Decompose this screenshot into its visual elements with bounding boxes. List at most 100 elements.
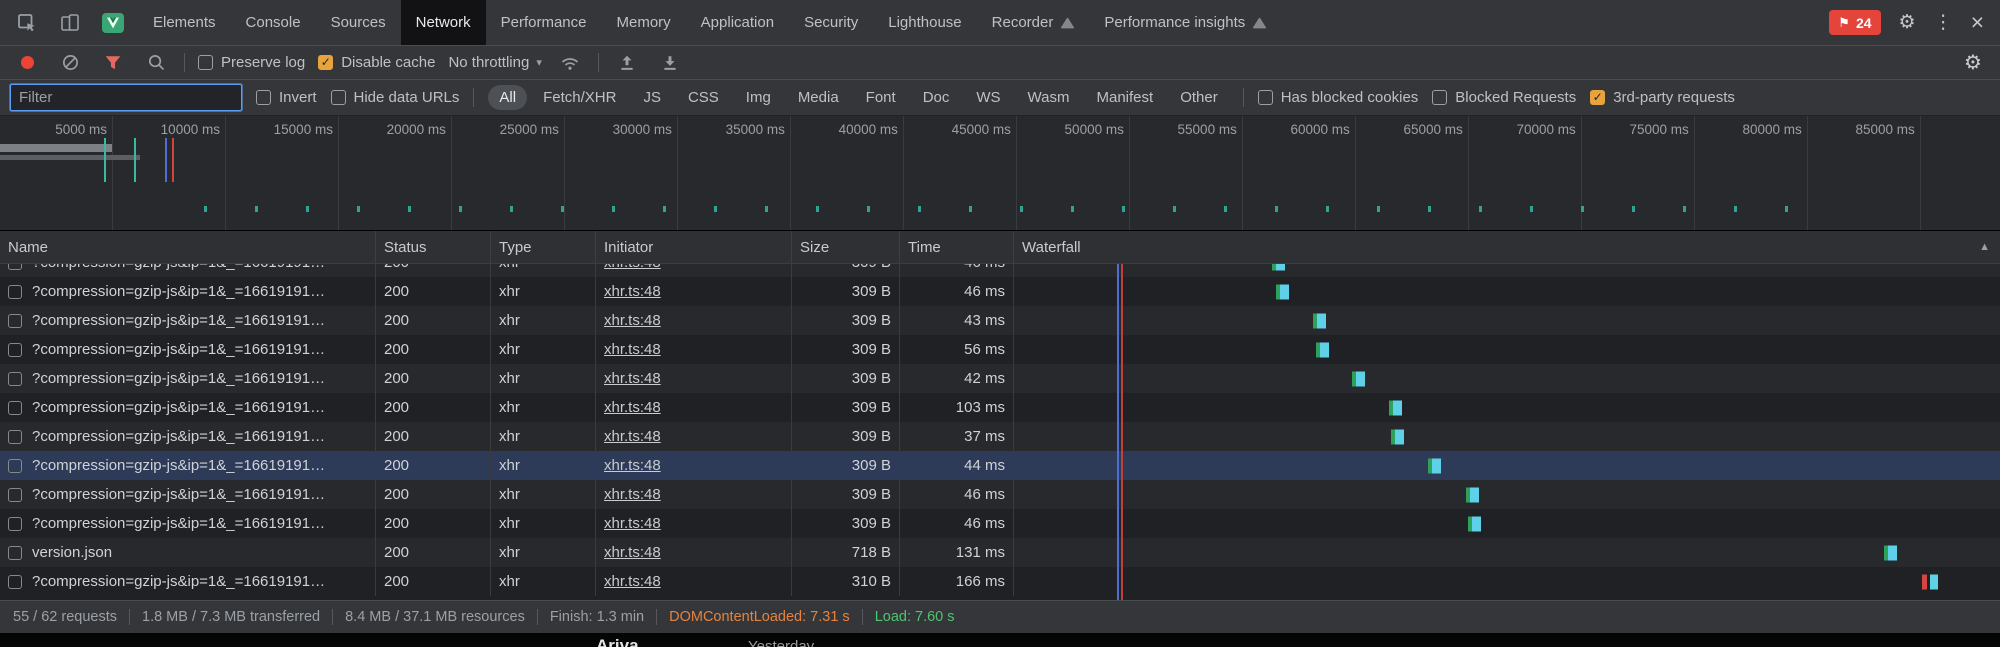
disable-cache-checkbox[interactable]: Disable cache (318, 54, 435, 71)
checkbox-box[interactable] (331, 90, 346, 105)
tab-console[interactable]: Console (231, 0, 316, 45)
checkbox-box[interactable] (198, 55, 213, 70)
tab-security[interactable]: Security (789, 0, 873, 45)
tab-application[interactable]: Application (686, 0, 789, 45)
filter-pill-fetch-xhr[interactable]: Fetch/XHR (532, 85, 627, 110)
network-conditions-button[interactable] (555, 48, 585, 78)
initiator-link[interactable]: xhr.ts:48 (604, 428, 661, 445)
row-checkbox[interactable] (8, 430, 22, 444)
invert-checkbox[interactable]: Invert (256, 89, 317, 106)
third-party-requests-checkbox[interactable]: 3rd-party requests (1590, 89, 1735, 106)
checkbox-box[interactable] (1590, 90, 1605, 105)
more-options-button[interactable]: ⋮ (1934, 13, 1953, 32)
initiator-link[interactable]: xhr.ts:48 (604, 515, 661, 532)
record-button[interactable] (12, 48, 42, 78)
device-toolbar-button[interactable] (55, 8, 85, 38)
column-header-status[interactable]: Status (376, 231, 491, 263)
settings-button[interactable]: ⚙ (1899, 13, 1916, 32)
waterfall-bar[interactable] (1884, 545, 1897, 560)
tab-recorder[interactable]: Recorder (977, 0, 1090, 45)
initiator-link[interactable]: xhr.ts:48 (604, 573, 661, 590)
table-row[interactable]: ?compression=gzip-js&ip=1&_=16619191…200… (0, 393, 2000, 422)
filter-pill-ws[interactable]: WS (965, 85, 1011, 110)
waterfall-bar[interactable] (1272, 264, 1285, 270)
waterfall-bar[interactable] (1276, 284, 1289, 299)
row-checkbox[interactable] (8, 488, 22, 502)
initiator-link[interactable]: xhr.ts:48 (604, 457, 661, 474)
initiator-link[interactable]: xhr.ts:48 (604, 341, 661, 358)
table-row[interactable]: ?compression=gzip-js&ip=1&_=16619191…200… (0, 567, 2000, 596)
network-settings-button[interactable]: ⚙ (1958, 48, 1988, 78)
waterfall-bar[interactable] (1313, 313, 1326, 328)
tab-performance-insights[interactable]: Performance insights (1089, 0, 1281, 45)
filter-pill-doc[interactable]: Doc (912, 85, 961, 110)
checkbox-box[interactable] (256, 90, 271, 105)
waterfall-bar[interactable] (1391, 429, 1404, 444)
filter-pill-media[interactable]: Media (787, 85, 850, 110)
initiator-link[interactable]: xhr.ts:48 (604, 370, 661, 387)
throttling-select[interactable]: No throttling ▾ (448, 54, 541, 71)
column-header-type[interactable]: Type (491, 231, 596, 263)
initiator-link[interactable]: xhr.ts:48 (604, 399, 661, 416)
filter-pill-js[interactable]: JS (632, 85, 672, 110)
table-row[interactable]: ?compression=gzip-js&ip=1&_=16619191…200… (0, 277, 2000, 306)
filter-pill-img[interactable]: Img (735, 85, 782, 110)
initiator-link[interactable]: xhr.ts:48 (604, 544, 661, 561)
waterfall-bar[interactable] (1352, 371, 1365, 386)
row-checkbox[interactable] (8, 546, 22, 560)
column-header-size[interactable]: Size (792, 231, 900, 263)
table-row[interactable]: version.json200xhrxhr.ts:48718 B131 ms (0, 538, 2000, 567)
row-checkbox[interactable] (8, 343, 22, 357)
row-checkbox[interactable] (8, 372, 22, 386)
filter-pill-wasm[interactable]: Wasm (1017, 85, 1081, 110)
table-row[interactable]: ?compression=gzip-js&ip=1&_=16619191…200… (0, 422, 2000, 451)
inspect-element-button[interactable] (12, 8, 42, 38)
row-checkbox[interactable] (8, 264, 22, 270)
table-row[interactable]: ?compression=gzip-js&ip=1&_=16619191…200… (0, 306, 2000, 335)
waterfall-bar[interactable] (1428, 458, 1441, 473)
waterfall-bar[interactable] (1468, 516, 1481, 531)
error-badge[interactable]: ⚑ 24 (1829, 10, 1880, 35)
table-row[interactable]: ?compression=gzip-js&ip=1&_=16619191…200… (0, 451, 2000, 480)
waterfall-bar[interactable] (1316, 342, 1329, 357)
row-checkbox[interactable] (8, 285, 22, 299)
tab-network[interactable]: Network (401, 0, 486, 45)
row-checkbox[interactable] (8, 401, 22, 415)
initiator-link[interactable]: xhr.ts:48 (604, 312, 661, 329)
tab-sources[interactable]: Sources (316, 0, 401, 45)
column-header-name[interactable]: Name (0, 231, 376, 263)
waterfall-bar[interactable] (1922, 574, 1938, 589)
checkbox-box[interactable] (1258, 90, 1273, 105)
initiator-link[interactable]: xhr.ts:48 (604, 486, 661, 503)
table-row[interactable]: ?compression=gzip-js&ip=1&_=16619191…200… (0, 264, 2000, 277)
checkbox-box[interactable] (318, 55, 333, 70)
preserve-log-checkbox[interactable]: Preserve log (198, 54, 305, 71)
row-checkbox[interactable] (8, 575, 22, 589)
column-header-initiator[interactable]: Initiator (596, 231, 792, 263)
tab-lighthouse[interactable]: Lighthouse (873, 0, 976, 45)
initiator-link[interactable]: xhr.ts:48 (604, 264, 661, 271)
tab-memory[interactable]: Memory (602, 0, 686, 45)
clear-button[interactable] (55, 48, 85, 78)
initiator-link[interactable]: xhr.ts:48 (604, 283, 661, 300)
tab-performance[interactable]: Performance (486, 0, 602, 45)
filter-pill-all[interactable]: All (488, 85, 527, 110)
vue-devtools-button[interactable] (98, 8, 128, 38)
waterfall-bar[interactable] (1466, 487, 1479, 502)
close-devtools-button[interactable]: × (1971, 11, 1984, 34)
filter-pill-font[interactable]: Font (855, 85, 907, 110)
table-row[interactable]: ?compression=gzip-js&ip=1&_=16619191…200… (0, 335, 2000, 364)
export-har-button[interactable] (655, 48, 685, 78)
column-header-waterfall[interactable]: Waterfall▲ (1014, 231, 2000, 263)
blocked-requests-checkbox[interactable]: Blocked Requests (1432, 89, 1576, 106)
network-overview[interactable]: 5000 ms10000 ms15000 ms20000 ms25000 ms3… (0, 116, 2000, 231)
filter-toggle-button[interactable] (98, 48, 128, 78)
filter-pill-manifest[interactable]: Manifest (1086, 85, 1165, 110)
column-header-time[interactable]: Time (900, 231, 1014, 263)
table-row[interactable]: ?compression=gzip-js&ip=1&_=16619191…200… (0, 509, 2000, 538)
table-row[interactable]: ?compression=gzip-js&ip=1&_=16619191…200… (0, 480, 2000, 509)
tab-elements[interactable]: Elements (138, 0, 231, 45)
row-checkbox[interactable] (8, 517, 22, 531)
checkbox-box[interactable] (1432, 90, 1447, 105)
hide-data-urls-checkbox[interactable]: Hide data URLs (331, 89, 460, 106)
